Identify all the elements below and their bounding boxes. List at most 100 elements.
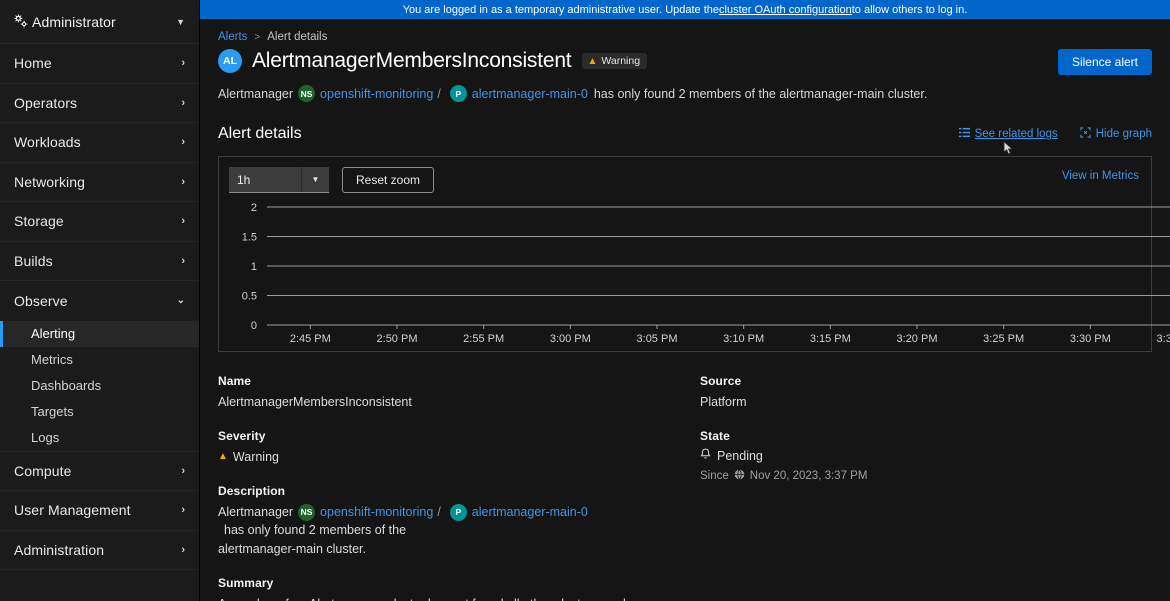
reset-zoom-button[interactable]: Reset zoom <box>342 167 434 193</box>
svg-text:1.5: 1.5 <box>242 232 257 244</box>
view-in-metrics-link[interactable]: View in Metrics <box>1062 170 1139 182</box>
sidebar-item-home[interactable]: Home › <box>0 44 199 84</box>
section-title: Alert details <box>218 125 302 143</box>
graph-toolbar: 1h ▼ Reset zoom View in Metrics <box>219 157 1151 193</box>
section-actions: See related logs <box>959 127 1152 141</box>
cluster-oauth-configuration-link[interactable]: cluster OAuth configuration <box>719 4 852 16</box>
perspective-switcher[interactable]: Administrator ▼ <box>0 0 199 44</box>
sidebar-item-label: Workloads <box>14 134 181 150</box>
chevron-right-icon: › <box>181 465 185 477</box>
field-severity: Severity ▲ Warning <box>218 429 700 466</box>
namespace-badge: NS <box>298 504 315 521</box>
sidebar-subitem-label: Alerting <box>31 326 75 341</box>
since-label: Since <box>700 470 729 482</box>
chevron-right-icon: › <box>181 176 185 188</box>
perspective-label: Administrator <box>32 14 176 30</box>
field-label: Severity <box>218 429 700 443</box>
sidebar-item-metrics[interactable]: Metrics <box>0 347 199 373</box>
field-value: Alertmanager NS openshift-monitoring / P… <box>218 503 700 539</box>
sidebar-item-logs[interactable]: Logs <box>0 425 199 451</box>
sidebar-item-user-management[interactable]: User Management › <box>0 491 199 531</box>
svg-text:3:35 PM: 3:35 PM <box>1157 333 1170 345</box>
sidebar-item-label: Observe <box>14 293 177 309</box>
hide-graph-link[interactable]: Hide graph <box>1080 127 1152 141</box>
field-description: Description Alertmanager NS openshift-mo… <box>218 484 700 557</box>
chevron-right-icon: › <box>181 504 185 516</box>
chevron-right-icon: › <box>181 136 185 148</box>
nav-list: Home › Operators › Workloads › Networkin… <box>0 44 199 570</box>
time-range-value: 1h <box>229 167 301 192</box>
namespace-link[interactable]: openshift-monitoring <box>320 503 433 521</box>
breadcrumb-separator-icon: > <box>254 32 260 43</box>
field-summary: Summary A member of an Alertmanager clus… <box>218 576 700 601</box>
sidebar-item-builds[interactable]: Builds › <box>0 242 199 282</box>
namespace-badge: NS <box>298 85 315 102</box>
see-related-logs-link[interactable]: See related logs <box>959 127 1058 141</box>
path-separator: / <box>437 87 440 101</box>
pod-link[interactable]: alertmanager-main-0 <box>472 87 588 101</box>
caret-down-icon: ▼ <box>176 17 185 27</box>
sidebar-item-observe[interactable]: Observe ⌄ <box>0 281 199 321</box>
observe-subnav: Alerting Metrics Dashboards Targets Logs <box>0 321 199 451</box>
alert-metric-chart[interactable]: 00.511.522:45 PM2:50 PM2:55 PM3:00 PM3:0… <box>219 199 1151 355</box>
field-label: State <box>700 429 1000 443</box>
main-content: You are logged in as a temporary adminis… <box>200 0 1170 601</box>
svg-text:0: 0 <box>251 320 257 332</box>
field-value: Pending <box>700 448 1000 463</box>
chevron-down-icon: ⌄ <box>177 295 185 306</box>
details-column-left: Name AlertmanagerMembersInconsistent Sev… <box>218 374 700 601</box>
field-label: Name <box>218 374 700 388</box>
field-value: ▲ Warning <box>218 448 700 466</box>
alert-graph-card: 1h ▼ Reset zoom View in Metrics 00.511.5… <box>218 156 1152 352</box>
chevron-right-icon: › <box>181 215 185 227</box>
sidebar-item-storage[interactable]: Storage › <box>0 202 199 242</box>
sidebar-item-label: Builds <box>14 253 181 269</box>
console-root: Administrator ▼ Home › Operators › Workl… <box>0 0 1170 601</box>
alert-resource-badge: AL <box>218 49 242 73</box>
sidebar-subitem-label: Targets <box>31 404 74 419</box>
breadcrumb: Alerts > Alert details <box>200 19 1170 47</box>
description-suffix: has only found 2 members of the <box>224 521 406 539</box>
status-badge: ▲ Warning <box>582 53 647 69</box>
sidebar-item-administration[interactable]: Administration › <box>0 531 199 571</box>
sidebar-subitem-label: Dashboards <box>31 378 101 393</box>
breadcrumb-current: Alert details <box>267 31 327 43</box>
sidebar-item-networking[interactable]: Networking › <box>0 163 199 203</box>
page-content: Alerts > Alert details AL AlertmanagerMemb… <box>200 19 1170 601</box>
svg-text:2:45 PM: 2:45 PM <box>290 333 331 345</box>
sidebar-item-compute[interactable]: Compute › <box>0 452 199 492</box>
sidebar-item-label: Compute <box>14 463 181 479</box>
sidebar-item-alerting[interactable]: Alerting <box>0 321 199 347</box>
page-title: AlertmanagerMembersInconsistent <box>252 49 571 73</box>
sidebar-item-workloads[interactable]: Workloads › <box>0 123 199 163</box>
pod-badge: P <box>450 504 467 521</box>
page-header: AL AlertmanagerMembersInconsistent ▲ War… <box>200 47 1170 73</box>
svg-text:2:50 PM: 2:50 PM <box>377 333 418 345</box>
pod-badge: P <box>450 85 467 102</box>
field-state: State Pending Since <box>700 429 1000 483</box>
svg-text:2:55 PM: 2:55 PM <box>463 333 504 345</box>
sidebar-item-targets[interactable]: Targets <box>0 399 199 425</box>
namespace-link[interactable]: openshift-monitoring <box>320 87 433 101</box>
sidebar-item-dashboards[interactable]: Dashboards <box>0 373 199 399</box>
sidebar-item-label: User Management <box>14 502 181 518</box>
breadcrumb-alerts-link[interactable]: Alerts <box>218 31 247 43</box>
severity-text: Warning <box>233 448 279 466</box>
state-text: Pending <box>717 449 763 463</box>
svg-text:3:25 PM: 3:25 PM <box>983 333 1024 345</box>
time-range-dropdown[interactable]: 1h ▼ <box>229 167 329 193</box>
svg-text:0.5: 0.5 <box>242 291 257 303</box>
field-label: Description <box>218 484 700 498</box>
bell-icon <box>700 448 711 463</box>
chevron-right-icon: › <box>181 544 185 556</box>
sidebar-item-label: Storage <box>14 213 181 229</box>
alert-subtitle: Alertmanager NS openshift-monitoring / P… <box>200 73 1170 102</box>
field-name: Name AlertmanagerMembersInconsistent <box>218 374 700 411</box>
description-prefix: Alertmanager <box>218 503 293 521</box>
silence-alert-button[interactable]: Silence alert <box>1058 49 1152 75</box>
state-since: Since Nov 20, 2023, 3:37 PM <box>700 469 1000 483</box>
sidebar-item-label: Networking <box>14 174 181 190</box>
sidebar-item-operators[interactable]: Operators › <box>0 84 199 124</box>
sidebar-item-label: Administration <box>14 542 181 558</box>
pod-link[interactable]: alertmanager-main-0 <box>472 503 588 521</box>
